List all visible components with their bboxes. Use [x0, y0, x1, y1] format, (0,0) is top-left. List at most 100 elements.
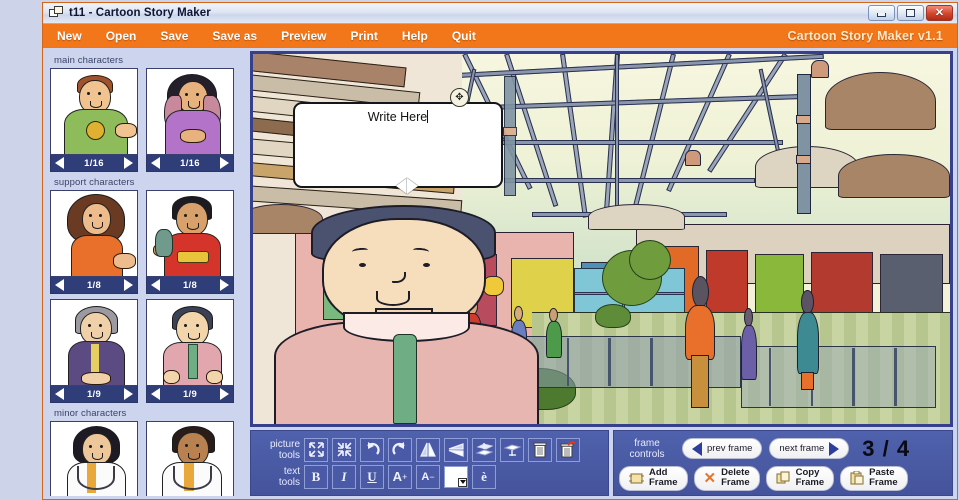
delete-frame-button[interactable]: ✕ Delete Frame: [693, 465, 760, 491]
chevron-down-icon[interactable]: [458, 477, 467, 487]
character-thumbnail[interactable]: [146, 190, 234, 277]
rotate-right-icon[interactable]: [388, 437, 412, 462]
character-thumbnail[interactable]: [50, 421, 138, 496]
italic-button[interactable]: I: [332, 464, 356, 489]
character-row: 1/8 1/8: [50, 190, 246, 294]
next-arrow[interactable]: [219, 279, 229, 291]
delete-all-icon[interactable]: [556, 437, 580, 462]
prev-arrow[interactable]: [151, 279, 160, 291]
menu-save-as[interactable]: Save as: [212, 29, 257, 43]
character-card-woman-orange[interactable]: 1/8: [50, 190, 138, 294]
character-nav[interactable]: 1/8: [50, 277, 138, 294]
increase-font-size-button[interactable]: A +: [388, 464, 412, 489]
grow-icon[interactable]: [304, 437, 328, 462]
close-icon: ✕: [934, 6, 945, 19]
paste-frame-button[interactable]: Paste Frame: [840, 465, 908, 491]
menu-print[interactable]: Print: [350, 29, 377, 43]
prev-arrow[interactable]: [55, 279, 64, 291]
prev-arrow[interactable]: [55, 388, 64, 400]
copy-frame-button[interactable]: Copy Frame: [765, 465, 835, 491]
maximize-button[interactable]: [897, 5, 924, 21]
text-color-swatch[interactable]: [444, 465, 468, 488]
bring-forward-icon[interactable]: [500, 437, 524, 462]
prev-arrow[interactable]: [151, 157, 160, 169]
character-nav[interactable]: 1/9: [50, 386, 138, 403]
canvas-column: Write Here ✥ picture tools text tools B …: [246, 51, 953, 496]
add-frame-button[interactable]: Add Frame: [619, 465, 688, 491]
rotate-left-icon[interactable]: [360, 437, 384, 462]
menu-help[interactable]: Help: [402, 29, 428, 43]
next-arrow[interactable]: [123, 157, 133, 169]
delete-icon[interactable]: [528, 437, 552, 462]
foreground-character-man[interactable]: [273, 205, 539, 424]
character-nav[interactable]: 1/16: [50, 155, 138, 172]
frame-counter: 3 / 4: [862, 435, 911, 461]
shopper-orange: [685, 276, 716, 408]
character-thumbnail[interactable]: [146, 299, 234, 386]
shopper-purple: [740, 308, 757, 386]
next-frame-button[interactable]: next frame: [769, 438, 850, 459]
resize-right-arrow[interactable]: [407, 178, 418, 194]
character-thumbnail[interactable]: [50, 190, 138, 277]
prev-frame-button[interactable]: prev frame: [682, 438, 763, 459]
character-thumbnail[interactable]: [146, 421, 234, 496]
shopper-teal: [796, 290, 819, 390]
text-tools-label: text tools: [278, 465, 300, 488]
close-button[interactable]: ✕: [926, 5, 953, 21]
decrease-font-size-button[interactable]: A −: [416, 464, 440, 489]
character-counter: 1/16: [180, 157, 200, 169]
menu-bar: New Open Save Save as Preview Print Help…: [43, 24, 957, 48]
menu-open[interactable]: Open: [106, 29, 137, 43]
character-counter: 1/9: [86, 388, 102, 400]
character-card-male-doctor[interactable]: 1/7: [146, 421, 234, 496]
character-card-boy-green[interactable]: 1/16: [50, 68, 138, 172]
character-thumbnail[interactable]: [146, 68, 234, 155]
character-card-man-pink[interactable]: 1/9: [146, 299, 234, 403]
character-card-boy-red[interactable]: 1/8: [146, 190, 234, 294]
frame-controls-panel: frame controls prev frame next frame 3 / …: [613, 430, 953, 496]
shopper-green: [545, 308, 562, 366]
character-nav[interactable]: 1/16: [146, 155, 234, 172]
resize-left-arrow[interactable]: [396, 178, 407, 194]
brand-label: Cartoon Story Maker v1.1: [787, 28, 943, 43]
character-card-girl-purple[interactable]: 1/16: [146, 68, 234, 172]
story-canvas[interactable]: Write Here ✥: [250, 51, 953, 427]
character-card-older-woman[interactable]: 1/9: [50, 299, 138, 403]
menu-save[interactable]: Save: [160, 29, 188, 43]
next-arrow[interactable]: [219, 388, 229, 400]
speech-bubble-text[interactable]: Write Here: [295, 110, 501, 124]
minimize-button[interactable]: [868, 5, 895, 21]
send-backward-icon[interactable]: [472, 437, 496, 462]
menu-new[interactable]: New: [57, 29, 82, 43]
group-label-main-characters: main characters: [54, 55, 124, 66]
next-arrow[interactable]: [123, 388, 133, 400]
prev-arrow[interactable]: [55, 157, 64, 169]
character-nav[interactable]: 1/8: [146, 277, 234, 294]
underline-button[interactable]: U: [360, 464, 384, 489]
window-title: t11 - Cartoon Story Maker: [69, 7, 211, 19]
menu-quit[interactable]: Quit: [452, 29, 476, 43]
flip-vertical-icon[interactable]: [444, 437, 468, 462]
next-arrow[interactable]: [219, 157, 229, 169]
character-row: 1/7: [50, 421, 246, 496]
copy-frame-label: Copy Frame: [795, 467, 825, 488]
character-card-female-doctor[interactable]: 1/7: [50, 421, 138, 496]
character-thumbnail[interactable]: [50, 299, 138, 386]
menu-preview[interactable]: Preview: [281, 29, 326, 43]
prev-arrow[interactable]: [151, 388, 160, 400]
accent-character-button[interactable]: è: [472, 464, 496, 489]
copy-frame-icon: [776, 471, 790, 484]
shrink-icon[interactable]: [332, 437, 356, 462]
application-window: t11 - Cartoon Story Maker ✕ New Open Sav…: [42, 2, 958, 500]
flip-horizontal-icon[interactable]: [416, 437, 440, 462]
bold-button[interactable]: B: [304, 464, 328, 489]
character-row: 1/16 1/16: [50, 68, 246, 172]
character-nav[interactable]: 1/9: [146, 386, 234, 403]
delete-frame-label: Delete Frame: [721, 467, 750, 488]
speech-bubble-resize-arrows[interactable]: [396, 178, 418, 194]
next-arrow[interactable]: [123, 279, 133, 291]
character-counter: 1/16: [84, 157, 104, 169]
move-handle-icon[interactable]: ✥: [450, 88, 469, 107]
character-thumbnail[interactable]: [50, 68, 138, 155]
speech-bubble[interactable]: Write Here: [293, 102, 503, 188]
